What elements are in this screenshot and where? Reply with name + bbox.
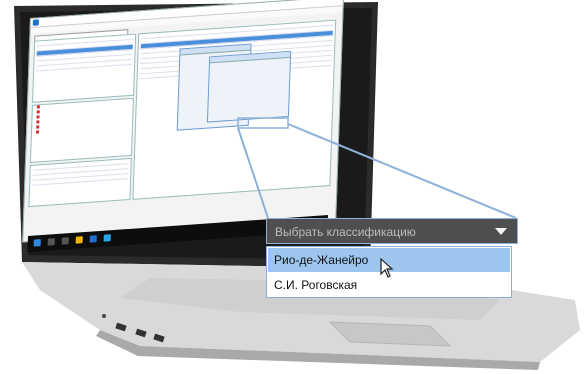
app-logo-icon (32, 19, 39, 26)
app-window (22, 0, 345, 243)
search-icon[interactable] (47, 238, 55, 246)
chevron-down-icon[interactable] (495, 228, 507, 235)
app-icon[interactable] (89, 235, 97, 243)
left-panel (32, 33, 137, 103)
bottom-left-panel (28, 157, 132, 208)
dropdown-placeholder: Выбрать классификацию (275, 225, 416, 239)
folder-icon[interactable] (75, 236, 83, 244)
dialog-front (206, 50, 292, 123)
browser-icon[interactable] (103, 234, 111, 242)
dropdown-header[interactable]: Выбрать классификацию (266, 218, 518, 244)
mouse-pointer-icon (380, 258, 394, 278)
tree-panel (29, 97, 134, 164)
windows-start-icon[interactable] (33, 239, 41, 247)
task-view-icon[interactable] (61, 237, 69, 245)
